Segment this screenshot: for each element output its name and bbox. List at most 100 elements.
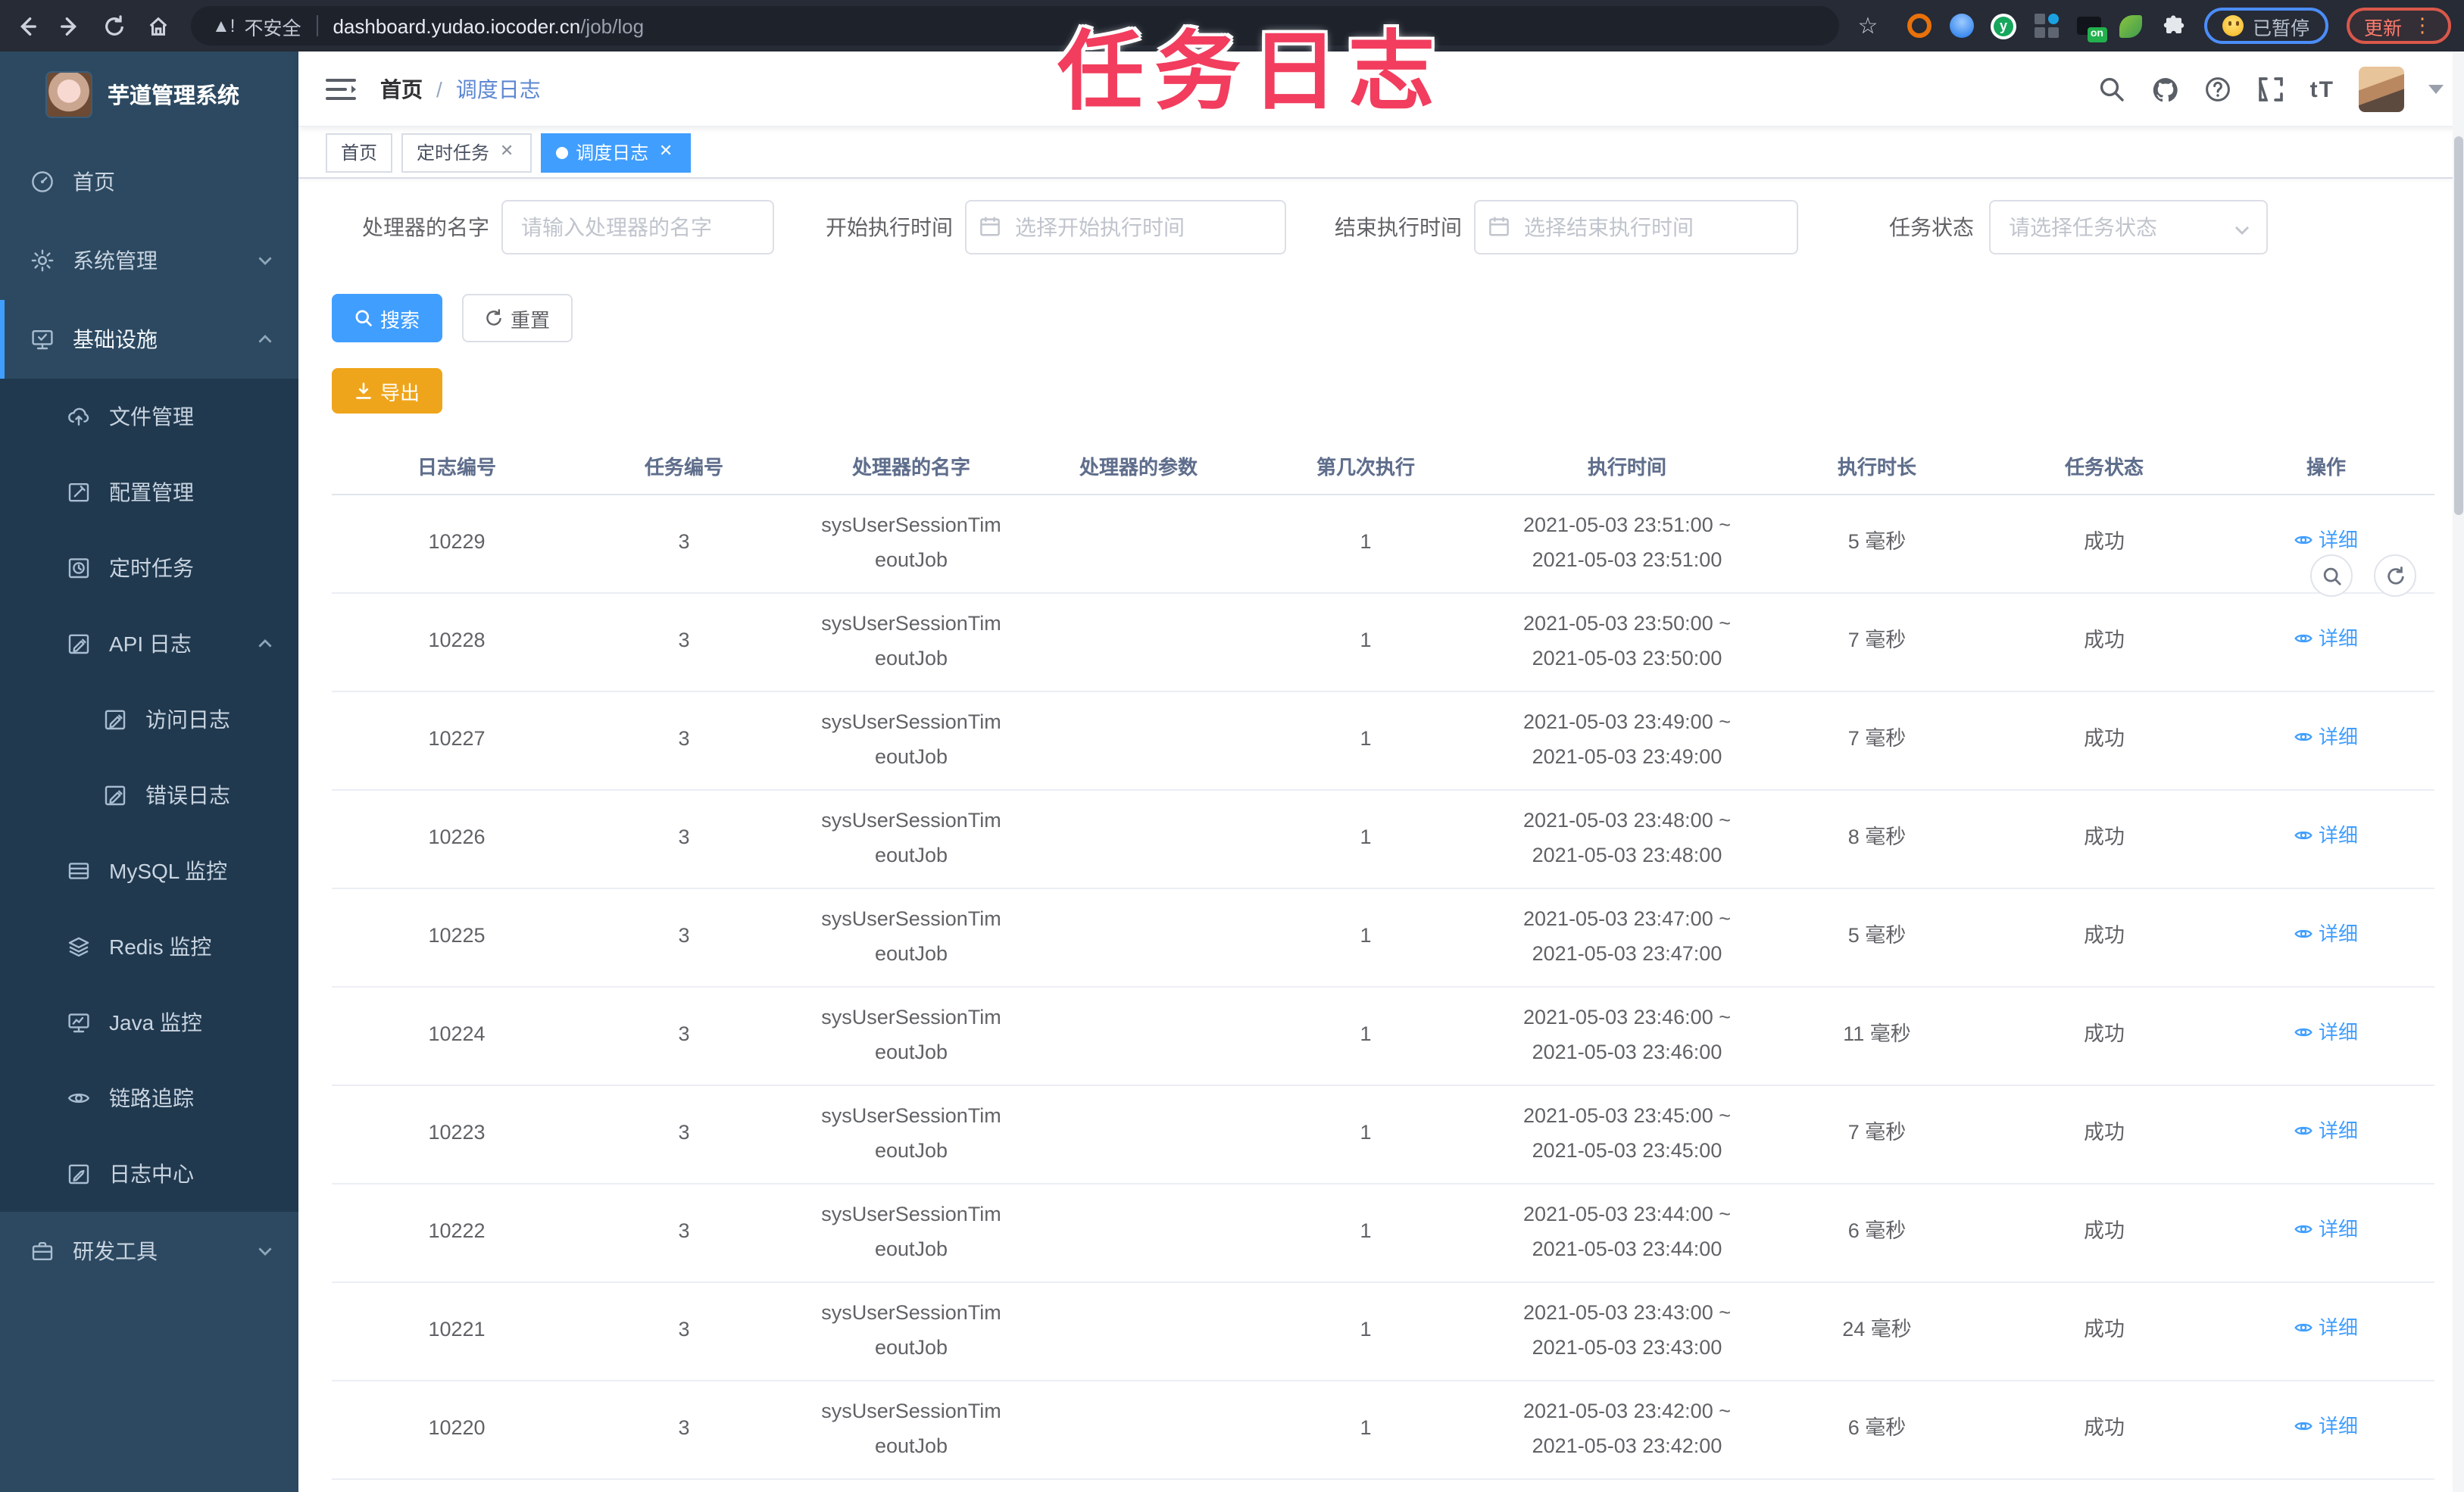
breadcrumb-home[interactable]: 首页 [380, 73, 423, 104]
green-leaf-extension-icon[interactable] [2118, 13, 2144, 39]
paused-pill[interactable]: 已暂停 [2204, 8, 2328, 44]
browser-back-button[interactable] [8, 8, 44, 44]
detail-link[interactable]: 详细 [2294, 919, 2358, 951]
orange-ring-extension-icon[interactable] [1906, 13, 1932, 39]
sidebar-item-trace[interactable]: 链路追踪 [0, 1060, 298, 1136]
close-icon[interactable]: ✕ [656, 142, 676, 162]
detail-link[interactable]: 详细 [2294, 820, 2358, 853]
log-edit-icon [103, 707, 127, 732]
status-cell: 成功 [1991, 592, 2218, 691]
browser-reload-button[interactable] [95, 8, 132, 44]
task-id-cell-text: 3 [678, 1416, 690, 1440]
on-badge-extension-icon[interactable]: on [2075, 13, 2106, 42]
handler-name-cell-text: eoutJob [874, 1237, 948, 1259]
sidebar-item-error-log[interactable]: 错误日志 [0, 757, 298, 833]
handler-name-input[interactable] [501, 200, 774, 254]
log-id-cell-text: 10227 [428, 727, 486, 751]
tag-scheduled-tasks[interactable]: 定时任务 ✕ [401, 133, 532, 172]
sidebar-item-mysql-monitor[interactable]: MySQL 监控 [0, 833, 298, 909]
browser-forward-button[interactable] [52, 8, 88, 44]
detail-link[interactable]: 详细 [2294, 623, 2358, 656]
execute-time-cell-text: 2021-05-03 23:48:00 ~ [1523, 809, 1731, 832]
reset-button[interactable]: 重置 [462, 294, 573, 342]
handler-name-cell-text: sysUserSessionTim [821, 1301, 1001, 1325]
browser-home-button[interactable] [139, 8, 176, 44]
caret-down-icon[interactable] [2428, 85, 2444, 94]
search-button[interactable]: 搜索 [332, 294, 443, 342]
sidebar-item-system-management[interactable]: 系统管理 [0, 221, 298, 300]
execute-time-cell: 2021-05-03 23:45:00 ~ 2021-05-03 23:45:00 [1491, 1085, 1763, 1184]
duration-cell: 5 毫秒 [1763, 888, 1991, 987]
execute-index-cell: 1 [1241, 888, 1491, 987]
handler-name-cell-text: eoutJob [874, 1335, 948, 1358]
insecure-warning-icon: ▲! [212, 15, 236, 36]
end-time-input[interactable] [1474, 200, 1798, 254]
eye-icon [2294, 925, 2314, 944]
execute-time-cell-text: 2021-05-03 23:42:00 [1532, 1434, 1722, 1456]
status-cell-text: 成功 [2084, 1022, 2125, 1046]
grid-extension-icon[interactable] [2033, 13, 2059, 39]
log-id-cell: 10226 [332, 789, 582, 888]
sidebar-item-access-log[interactable]: 访问日志 [0, 682, 298, 757]
log-id-cell: 10225 [332, 888, 582, 987]
start-time-input[interactable] [965, 200, 1286, 254]
browser-extensions: y on [1906, 13, 2186, 42]
eye-icon [2294, 629, 2314, 649]
detail-link[interactable]: 详细 [2294, 525, 2358, 557]
detail-link[interactable]: 详细 [2294, 1116, 2358, 1148]
blue-bulb-extension-icon[interactable] [1948, 13, 1974, 39]
app-logo[interactable]: 芋道管理系统 [0, 52, 298, 136]
sidebar-item-java-monitor[interactable]: Java 监控 [0, 985, 298, 1060]
sidebar-menu: 首页 系统管理 基础设施 文件管理 配置管理 定时任务 API 日志 访问日志 错误日志 MySQ… [0, 136, 298, 1291]
url-bar[interactable]: ▲! 不安全 dashboard.yudao.iocoder.cn /job/l… [191, 6, 1839, 45]
sidebar-item-redis-monitor[interactable]: Redis 监控 [0, 909, 298, 985]
menu-dots-icon[interactable]: ⋮ [2412, 15, 2432, 35]
export-button[interactable]: 导出 [332, 368, 443, 414]
toggle-search-icon[interactable] [2310, 554, 2353, 597]
update-pill[interactable]: 更新 ⋮ [2346, 8, 2451, 44]
fullscreen-icon[interactable] [2257, 75, 2286, 104]
status-cell: 成功 [1991, 691, 2218, 790]
scrollbar-thumb[interactable] [2454, 136, 2463, 515]
tag-home[interactable]: 首页 [326, 133, 393, 172]
detail-link[interactable]: 详细 [2294, 1411, 2358, 1444]
task-id-cell: 3 [582, 1281, 786, 1381]
user-avatar[interactable] [2359, 67, 2404, 112]
execute-index-cell-text: 1 [1360, 924, 1372, 947]
task-status-select[interactable]: 请选择任务状态 [1989, 200, 2268, 254]
sidebar-item-home[interactable]: 首页 [0, 142, 298, 221]
task-id-cell-text: 3 [678, 924, 690, 947]
sidebar-item-log-center[interactable]: 日志中心 [0, 1136, 298, 1212]
tag-job-log-active[interactable]: 调度日志 ✕ [541, 133, 692, 172]
execute-index-cell-text: 1 [1360, 1121, 1372, 1144]
sidebar-item-infrastructure[interactable]: 基础设施 [0, 300, 298, 379]
tag-label: 定时任务 [417, 142, 490, 164]
help-icon[interactable] [2204, 75, 2233, 104]
sidebar-item-dev-tools[interactable]: 研发工具 [0, 1212, 298, 1291]
detail-link[interactable]: 详细 [2294, 1017, 2358, 1050]
sidebar-item-config-management[interactable]: 配置管理 [0, 454, 298, 530]
log-id-cell: 10228 [332, 592, 582, 691]
duration-cell: 7 毫秒 [1763, 1085, 1991, 1184]
sidebar-item-scheduled-tasks[interactable]: 定时任务 [0, 530, 298, 606]
hamburger-icon[interactable] [326, 76, 356, 101]
font-size-icon[interactable]: tT [2310, 76, 2334, 102]
sidebar-item-api-log[interactable]: API 日志 [0, 606, 298, 682]
refresh-icon[interactable] [2374, 554, 2416, 597]
col-duration: 执行时长 [1763, 438, 1991, 495]
search-icon[interactable] [2098, 75, 2127, 104]
bookmark-star-icon[interactable]: ☆ [1851, 12, 1885, 39]
sidebar-item-label: Redis 监控 [109, 935, 212, 959]
detail-link[interactable]: 详细 [2294, 1214, 2358, 1247]
close-icon[interactable]: ✕ [497, 142, 517, 162]
detail-link[interactable]: 详细 [2294, 1313, 2358, 1345]
eye-icon [2294, 1220, 2314, 1240]
detail-link[interactable]: 详细 [2294, 722, 2358, 754]
github-icon[interactable] [2151, 75, 2180, 104]
log-id-cell-text: 10221 [428, 1318, 486, 1341]
status-cell-text: 成功 [2084, 1318, 2125, 1341]
puzzle-extensions-icon[interactable] [2160, 13, 2186, 39]
rows-icon [67, 859, 91, 883]
sidebar-item-file-management[interactable]: 文件管理 [0, 379, 298, 454]
green-y-extension-icon[interactable]: y [1991, 13, 2016, 39]
